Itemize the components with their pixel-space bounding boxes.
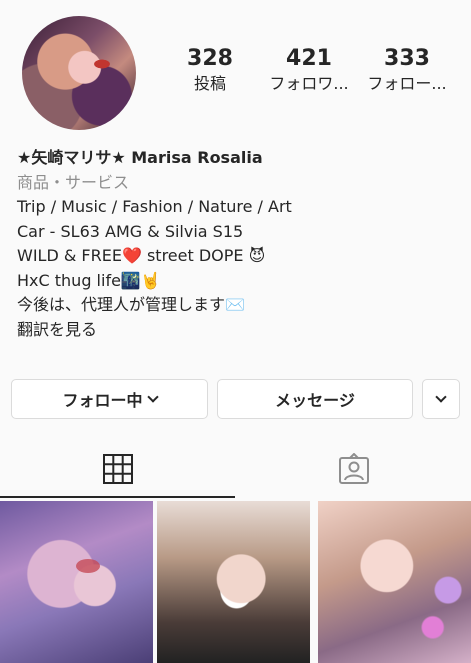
- suggested-accounts-button[interactable]: [422, 379, 460, 419]
- bio-line: 今後は、代理人が管理します✉️: [17, 295, 245, 314]
- chevron-down-icon: [435, 391, 447, 403]
- tab-tagged[interactable]: [236, 440, 471, 498]
- bio-line: Trip / Music / Fashion / Nature / Art: [17, 197, 292, 216]
- following-button[interactable]: フォロー中: [11, 379, 208, 419]
- message-button[interactable]: メッセージ: [217, 379, 413, 419]
- profile-category: 商品・サービス: [17, 172, 130, 192]
- profile-name: ★矢崎マリサ★ Marisa Rosalia: [17, 148, 263, 167]
- followers-count-stat[interactable]: 421 フォロワ...: [264, 45, 354, 95]
- followers-label: フォロワ...: [269, 74, 349, 93]
- followers-count: 421: [286, 46, 332, 71]
- post-thumbnail[interactable]: [157, 501, 310, 663]
- following-label: フォロー...: [367, 74, 447, 93]
- tagged-person-icon: [338, 453, 369, 484]
- bio-line: Car - SL63 AMG & Silvia S15: [17, 221, 244, 241]
- posts-grid: [0, 501, 471, 663]
- message-button-label: メッセージ: [275, 391, 355, 410]
- grid-icon: [102, 454, 133, 484]
- posts-count: 328: [187, 46, 233, 71]
- post-thumbnail[interactable]: [318, 501, 471, 663]
- profile-tabs: [0, 440, 471, 498]
- following-count-stat[interactable]: 333 フォロー...: [362, 45, 452, 95]
- posts-label: 投稿: [193, 74, 226, 93]
- active-tab-indicator: [0, 496, 235, 498]
- tab-grid[interactable]: [0, 440, 235, 498]
- bio-line: WILD & FREE❤️ street DOPE 😈: [17, 246, 266, 265]
- bio-line: HxC thug life🌃🤘: [17, 270, 161, 290]
- chevron-down-icon: [146, 391, 159, 403]
- profile-avatar[interactable]: [22, 16, 136, 130]
- profile-bio: ★矢崎マリサ★ Marisa Rosalia 商品・サービス Trip / Mu…: [17, 146, 457, 342]
- following-button-label: フォロー中: [62, 391, 143, 410]
- post-thumbnail[interactable]: [0, 501, 153, 663]
- see-translation-link[interactable]: 翻訳を見る: [17, 318, 457, 343]
- following-count: 333: [384, 46, 430, 71]
- posts-count-stat[interactable]: 328 投稿: [165, 45, 255, 95]
